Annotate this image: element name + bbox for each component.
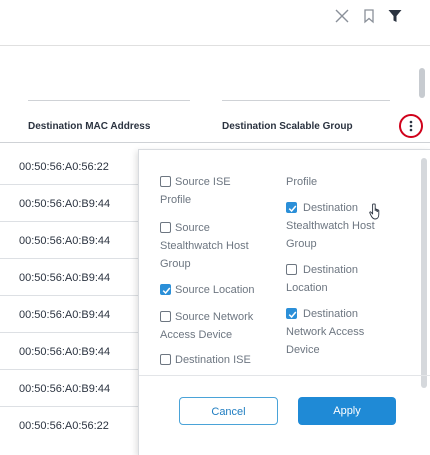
panel-divider xyxy=(139,375,430,376)
hand-cursor-icon xyxy=(369,203,385,226)
apply-button[interactable]: Apply xyxy=(298,397,396,425)
option-label: Stealthwatch Host xyxy=(160,240,249,252)
table-row[interactable]: 00:50:56:A0:B9:44 xyxy=(0,259,140,296)
option-label: Destination xyxy=(303,202,359,214)
toolbar-divider xyxy=(0,45,430,46)
checkbox-destination-network-access-device[interactable] xyxy=(286,308,297,319)
column-filter-line xyxy=(222,100,390,101)
option-label: Source Location xyxy=(175,284,255,296)
table-row[interactable]: 00:50:56:A0:B9:44 xyxy=(0,370,140,407)
checkbox-source-ise-profile[interactable] xyxy=(160,176,171,187)
option-label: Source Network xyxy=(175,311,254,323)
option-label: Access Device xyxy=(160,329,233,341)
checkbox-destination-location[interactable] xyxy=(286,264,297,275)
checkbox-source-location[interactable] xyxy=(160,284,171,295)
option-label: Destination ISE xyxy=(175,354,251,366)
checkbox-source-stealthwatch-host-group[interactable] xyxy=(160,222,171,233)
checkbox-destination-ise-profile[interactable] xyxy=(160,354,171,365)
mac-cell: 00:50:56:A0:B9:44 xyxy=(19,198,111,210)
column-filter-line xyxy=(28,100,190,101)
table-row[interactable]: 00:50:56:A0:B9:44 xyxy=(0,296,140,333)
option-label: Location xyxy=(286,282,328,294)
table-row[interactable]: 00:50:56:A0:56:22 xyxy=(0,407,140,443)
top-toolbar xyxy=(0,0,430,32)
checkbox-source-network-access-device[interactable] xyxy=(160,311,171,322)
table-scrollbar[interactable] xyxy=(419,68,425,98)
option-label: Profile xyxy=(160,194,192,206)
table-row[interactable]: 00:50:56:A0:B9:44 xyxy=(0,185,140,222)
table-row[interactable]: 00:50:56:A0:56:22 xyxy=(0,148,140,185)
table-row[interactable]: 00:50:56:A0:B9:44 xyxy=(0,222,140,259)
option-label: Destination xyxy=(303,264,359,276)
mac-cell: 00:50:56:A0:B9:44 xyxy=(19,235,111,247)
option-label: Device xyxy=(286,344,320,356)
mac-cell: 00:50:56:A0:56:22 xyxy=(19,420,109,432)
option-label: Group xyxy=(286,238,317,250)
option-label: Stealthwatch Host xyxy=(286,220,375,232)
option-label: Network Access xyxy=(286,326,365,338)
kebab-icon xyxy=(409,120,413,132)
filter-icon[interactable] xyxy=(387,8,403,24)
close-icon[interactable] xyxy=(334,8,350,24)
checkbox-destination-stealthwatch-host-group[interactable] xyxy=(286,202,297,213)
column-header-destination-mac[interactable]: Destination MAC Address xyxy=(28,121,150,132)
table-row[interactable]: 00:50:56:A0:B9:44 xyxy=(0,333,140,370)
option-label: Source ISE xyxy=(175,176,231,188)
check-icon xyxy=(288,205,297,213)
mac-cell: 00:50:56:A0:B9:44 xyxy=(19,346,111,358)
mac-cell: 00:50:56:A0:B9:44 xyxy=(19,309,111,321)
option-label: Group xyxy=(160,258,191,270)
column-options-panel: Source ISE Profile Source Stealthwatch H… xyxy=(138,149,430,455)
cancel-button[interactable]: Cancel xyxy=(179,397,278,425)
check-icon xyxy=(162,287,171,295)
column-options-button[interactable] xyxy=(399,114,423,138)
panel-scrollbar[interactable] xyxy=(421,158,427,388)
mac-cell: 00:50:56:A0:56:22 xyxy=(19,161,109,173)
option-label: Destination xyxy=(303,308,359,320)
mac-cell: 00:50:56:A0:B9:44 xyxy=(19,272,111,284)
option-label: Profile xyxy=(286,176,318,188)
header-divider xyxy=(0,142,430,143)
bookmark-icon[interactable] xyxy=(361,8,377,24)
column-header-destination-scalable-group[interactable]: Destination Scalable Group xyxy=(222,121,353,132)
check-icon xyxy=(288,311,297,319)
mac-cell: 00:50:56:A0:B9:44 xyxy=(19,383,111,395)
option-label: Source xyxy=(175,222,210,234)
